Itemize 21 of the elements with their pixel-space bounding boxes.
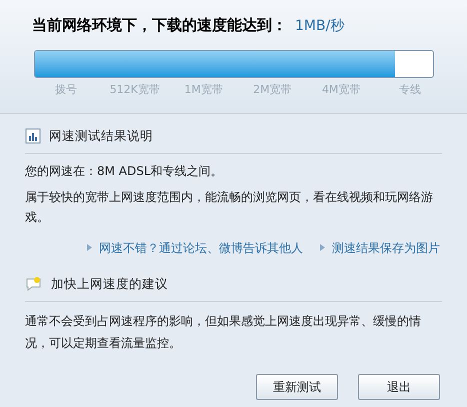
section-title: 网速测试结果说明 (49, 127, 153, 145)
tick-label: 4M宽带 (320, 82, 362, 98)
action-link[interactable]: 网速不错？通过论坛、微博告诉其他人 (86, 238, 303, 257)
tick-label: 拨号 (54, 82, 78, 98)
result-text: 属于较快的宽带上网速度范围内，能流畅的浏览网页，看在线视频和玩网络游戏。 (25, 188, 434, 226)
chevron-icon (319, 243, 326, 252)
tick-label: 专线 (398, 82, 422, 98)
result-text: 您的网速在：8M ADSL和专线之间。 (25, 162, 224, 180)
tick-label: 512K宽带 (108, 82, 161, 98)
advice-text: 通常不会受到占网速程序的影响，但如果感觉上网速度出现异常、缓慢的情况，可以定期查看流量监控。 (25, 312, 422, 352)
speed-value: 1MB/秒 (295, 17, 344, 36)
dialog-button[interactable]: 重新测试 (256, 374, 338, 400)
action-link[interactable]: 测速结果保存为图片 (319, 238, 440, 257)
tick-label: 1M宽带 (183, 82, 224, 98)
speed-heading: 当前网络环境下，下载的速度能达到： (32, 15, 287, 36)
dialog-button[interactable]: 退出 (358, 374, 440, 400)
section-title: 加快上网速度的建议 (51, 274, 168, 293)
tick-label: 2M宽带 (252, 82, 293, 98)
speech-bubble-icon (25, 276, 43, 292)
bar-chart-icon (25, 128, 41, 144)
chevron-icon (86, 243, 93, 252)
